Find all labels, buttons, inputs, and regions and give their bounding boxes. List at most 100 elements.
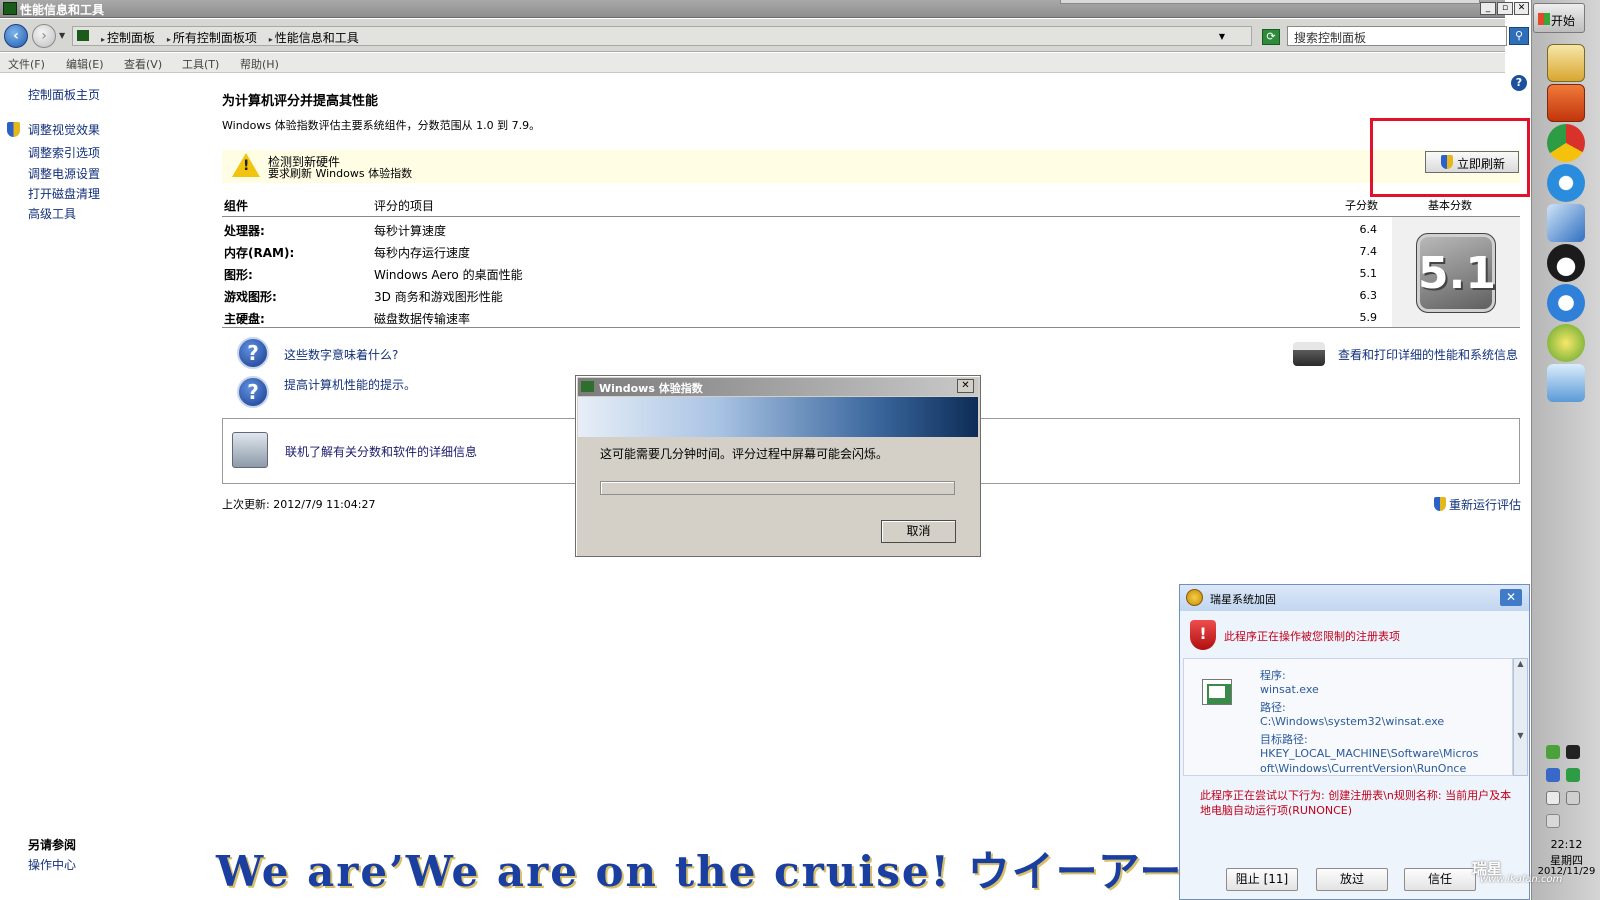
tray-device-icon[interactable] (1566, 791, 1580, 805)
office-icon[interactable] (1547, 84, 1585, 122)
dialog-app-icon (581, 381, 594, 392)
lion-logo-icon (1186, 589, 1203, 606)
row-subscore: 5.1 (1359, 267, 1378, 280)
tray-rising-icon[interactable] (1546, 745, 1560, 759)
sidebar-item-power[interactable]: 调整电源设置 (28, 165, 100, 182)
player-icon[interactable] (1547, 284, 1585, 322)
tray-flag-icon[interactable] (1546, 791, 1560, 805)
program-file-icon (1202, 679, 1232, 705)
row-item: 磁盘数据传输速率 (374, 312, 471, 326)
details-scrollbar[interactable]: ▲ ▼ (1513, 658, 1528, 776)
sidebar-item-indexing[interactable]: 调整索引选项 (28, 144, 100, 161)
performance-tips-link[interactable]: 提高计算机性能的提示。 (284, 376, 416, 393)
volume-icon[interactable] (1546, 814, 1560, 828)
print-details-link[interactable]: 查看和打印详细的性能和系统信息 (1338, 346, 1518, 363)
dialog-close-button[interactable]: ✕ (957, 379, 974, 393)
sidebar-item-visual-effects[interactable]: 调整视觉效果 (28, 121, 100, 138)
chrome-icon[interactable] (1547, 124, 1585, 162)
help-question-icon: ? (237, 376, 269, 408)
trust-button[interactable]: 信任 (1404, 868, 1476, 891)
breadcrumb: ▸ 控制面板 ▸ 所有控制面板项 ▸ 性能信息和工具 (95, 29, 361, 46)
menu-help[interactable]: 帮助(H) (240, 56, 279, 72)
qq-icon[interactable] (1547, 244, 1585, 282)
page-subtitle: Windows 体验指数评估主要系统组件，分数范围从 1.0 到 7.9。 (222, 119, 541, 132)
windows-logo-icon (1538, 13, 1550, 25)
detail-label: 程序: (1260, 669, 1286, 682)
online-info-link[interactable]: 联机了解有关分数和软件的详细信息 (285, 443, 477, 460)
breadcrumb-separator-icon[interactable]: ▸ (167, 35, 171, 44)
behavior-description: 此程序正在尝试以下行为: 创建注册表\n规则名称: 当前用户及本地电脑自动运行项… (1200, 789, 1512, 817)
network-manager-icon[interactable] (1547, 364, 1585, 402)
breadcrumb-item[interactable]: 控制面板 (107, 31, 155, 45)
table-bottom-divider (222, 327, 1520, 328)
table-header-divider (222, 216, 1520, 217)
base-score-value: 5.1 (1418, 248, 1496, 299)
row-item: 每秒计算速度 (374, 224, 447, 238)
back-arrow-icon[interactable]: ‹ (4, 24, 28, 48)
clock-time[interactable]: 22:12 (1533, 838, 1600, 851)
tray-shield-icon[interactable] (1546, 768, 1560, 782)
detail-value: C:\Windows\system32\winsat.exe (1260, 715, 1445, 728)
block-button[interactable]: 阻止 [11] (1226, 868, 1298, 891)
red-shield-icon: ! (1190, 620, 1216, 650)
uac-shield-icon (7, 122, 20, 137)
watermark-url: www.ikafan.com (1480, 874, 1563, 885)
sidebar-item-disk-cleanup[interactable]: 打开磁盘清理 (28, 185, 100, 202)
row-subscore: 5.9 (1359, 311, 1378, 324)
highlight-annotation-box (1370, 118, 1530, 197)
start-button[interactable]: 开始 (1533, 3, 1585, 33)
breadcrumb-separator-icon[interactable]: ▸ (269, 35, 273, 44)
search-input[interactable]: 搜索控制面板 (1287, 26, 1507, 46)
menu-view[interactable]: 查看(V) (124, 56, 162, 72)
popup-titlebar: 瑞星系统加固 (1180, 585, 1529, 611)
page-title: 为计算机评分并提高其性能 (222, 94, 379, 109)
popup-close-button[interactable]: ✕ (1500, 589, 1522, 606)
warning-mark: ! (243, 158, 250, 174)
menu-file[interactable]: 文件(F) (8, 56, 45, 72)
refresh-icon[interactable]: ⟳ (1262, 29, 1280, 45)
uac-shield-icon (1434, 497, 1446, 511)
tray-network-icon[interactable] (1566, 768, 1580, 782)
detail-value: winsat.exe (1260, 683, 1319, 696)
cancel-button[interactable]: 取消 (881, 520, 956, 543)
action-center-link[interactable]: 操作中心 (28, 856, 76, 873)
breadcrumb-item[interactable]: 性能信息和工具 (275, 31, 359, 45)
tray-qq-icon[interactable] (1566, 745, 1580, 759)
see-also-title: 另请参阅 (28, 838, 77, 852)
security-popup: 瑞星系统加固 ✕ ! 此程序正在操作被您限制的注册表项 ▲ ▼ 程序: winsa… (1179, 584, 1530, 900)
address-dropdown-icon[interactable]: ▼ (1219, 32, 1225, 41)
row-subscore: 6.4 (1359, 223, 1378, 236)
subtitle-caption: We are’We are on the cruise! ウイーアー (216, 847, 1184, 896)
breadcrumb-separator-icon[interactable]: ▸ (101, 35, 105, 44)
breadcrumb-item[interactable]: 所有控制面板项 (173, 31, 257, 45)
restore-button[interactable]: ▫ (1497, 2, 1513, 15)
rerun-assessment-link[interactable]: 重新运行评估 (1449, 496, 1521, 513)
dialog-titlebar: Windows 体验指数 (578, 378, 978, 396)
search-icon[interactable]: ⚲ (1509, 27, 1529, 45)
sidebar-item-advanced-tools[interactable]: 高级工具 (28, 205, 76, 222)
minimize-button[interactable]: _ (1480, 2, 1496, 15)
menu-tools[interactable]: 工具(T) (182, 56, 219, 72)
sidebar-item-home[interactable]: 控制面板主页 (28, 86, 100, 103)
alert-message: 要求刷新 Windows 体验指数 (268, 167, 413, 180)
control-panel-icon (77, 30, 89, 41)
progress-bar (600, 481, 955, 495)
forward-arrow-icon[interactable]: › (32, 24, 56, 48)
explorer-icon[interactable] (1547, 44, 1585, 82)
address-field[interactable]: ▸ 控制面板 ▸ 所有控制面板项 ▸ 性能信息和工具 ▼ (72, 26, 1252, 46)
row-component: 主硬盘: (224, 312, 265, 326)
row-item: Windows Aero 的桌面性能 (374, 268, 523, 282)
menu-edit[interactable]: 编辑(E) (66, 56, 104, 72)
allow-button[interactable]: 放过 (1316, 868, 1388, 891)
row-component: 处理器: (224, 224, 265, 238)
close-button[interactable]: ✕ (1514, 2, 1529, 15)
col-header-component: 组件 (224, 199, 249, 213)
rising-icon[interactable] (1547, 324, 1585, 362)
help-question-icon: ? (237, 337, 269, 369)
what-numbers-mean-link[interactable]: 这些数字意味着什么? (284, 346, 398, 363)
bird-app-icon[interactable] (1547, 204, 1585, 242)
row-component: 内存(RAM): (224, 246, 295, 260)
help-icon[interactable]: ? (1511, 75, 1527, 91)
recent-pages-dropdown[interactable]: ▼ (59, 31, 65, 40)
ie-icon[interactable] (1547, 164, 1585, 202)
